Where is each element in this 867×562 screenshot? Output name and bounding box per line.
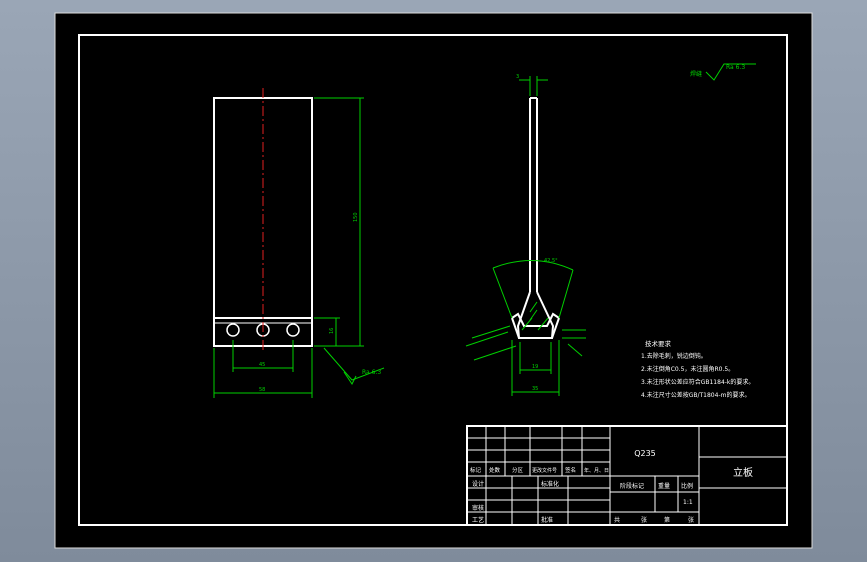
tb-label-date: 年、月、日 — [584, 467, 609, 474]
tech-req-item-3: 3.未注形状公差应符合GB1184-k的要求。 — [641, 378, 754, 386]
dim-front-inner: 45 — [259, 362, 265, 368]
dim-side-angle: 42.5° — [544, 258, 558, 264]
tb-label-zone: 分区 — [512, 466, 524, 474]
tb-approve: 批准 — [541, 516, 553, 524]
tb-material: Q235 — [634, 449, 656, 458]
tb-weight: 重量 — [658, 482, 670, 490]
tb-scale: 1:1 — [683, 499, 693, 506]
tb-sheet-no: 第 — [664, 516, 670, 524]
tb-sheet-page: 张 — [688, 516, 694, 524]
tech-req-item-4: 4.未注尺寸公差按GB/T1804-m的要求。 — [641, 391, 750, 399]
drawing-sheet — [54, 12, 813, 549]
tb-label-sign: 签名 — [565, 466, 576, 474]
roughness-top: Ra 6.3 — [726, 64, 745, 71]
tb-sheet-count: 张 — [641, 516, 647, 524]
cad-canvas: 150 16 58 45 Ra 6.3 3 42.5° 19 35 焊缝 Ra … — [54, 12, 813, 549]
dim-front-height: 150 — [353, 212, 359, 222]
tb-process: 工艺 — [472, 516, 484, 524]
tech-req-item-2: 2.未注倒角C0.5，未注圆角R0.5。 — [641, 365, 734, 373]
tech-req-item-1: 1.去除毛刺，锐边倒钝。 — [641, 352, 707, 360]
tb-sheet-total: 共 — [614, 516, 620, 524]
dim-front-width: 58 — [259, 387, 265, 393]
tb-label-mark: 标记 — [470, 466, 482, 474]
tb-standardize: 标准化 — [541, 480, 559, 488]
tb-design: 设计 — [472, 480, 484, 488]
roughness-front: Ra 6.3 — [362, 369, 381, 376]
tb-review: 审核 — [472, 504, 484, 512]
dim-side-w1: 19 — [532, 364, 538, 370]
weld-label: 焊缝 — [690, 70, 702, 78]
tb-label-count: 处数 — [489, 466, 501, 474]
tb-ratio: 比例 — [681, 482, 693, 490]
tb-label-change: 更改文件号 — [532, 467, 557, 474]
tech-req-title: 技术要求 — [645, 339, 672, 348]
dim-front-bottom: 16 — [329, 328, 335, 334]
dim-side-w2: 35 — [532, 386, 538, 392]
tb-title: 立板 — [733, 466, 753, 479]
dim-side-top: 3 — [516, 74, 519, 80]
tb-stage-mark: 阶段标记 — [620, 482, 644, 490]
